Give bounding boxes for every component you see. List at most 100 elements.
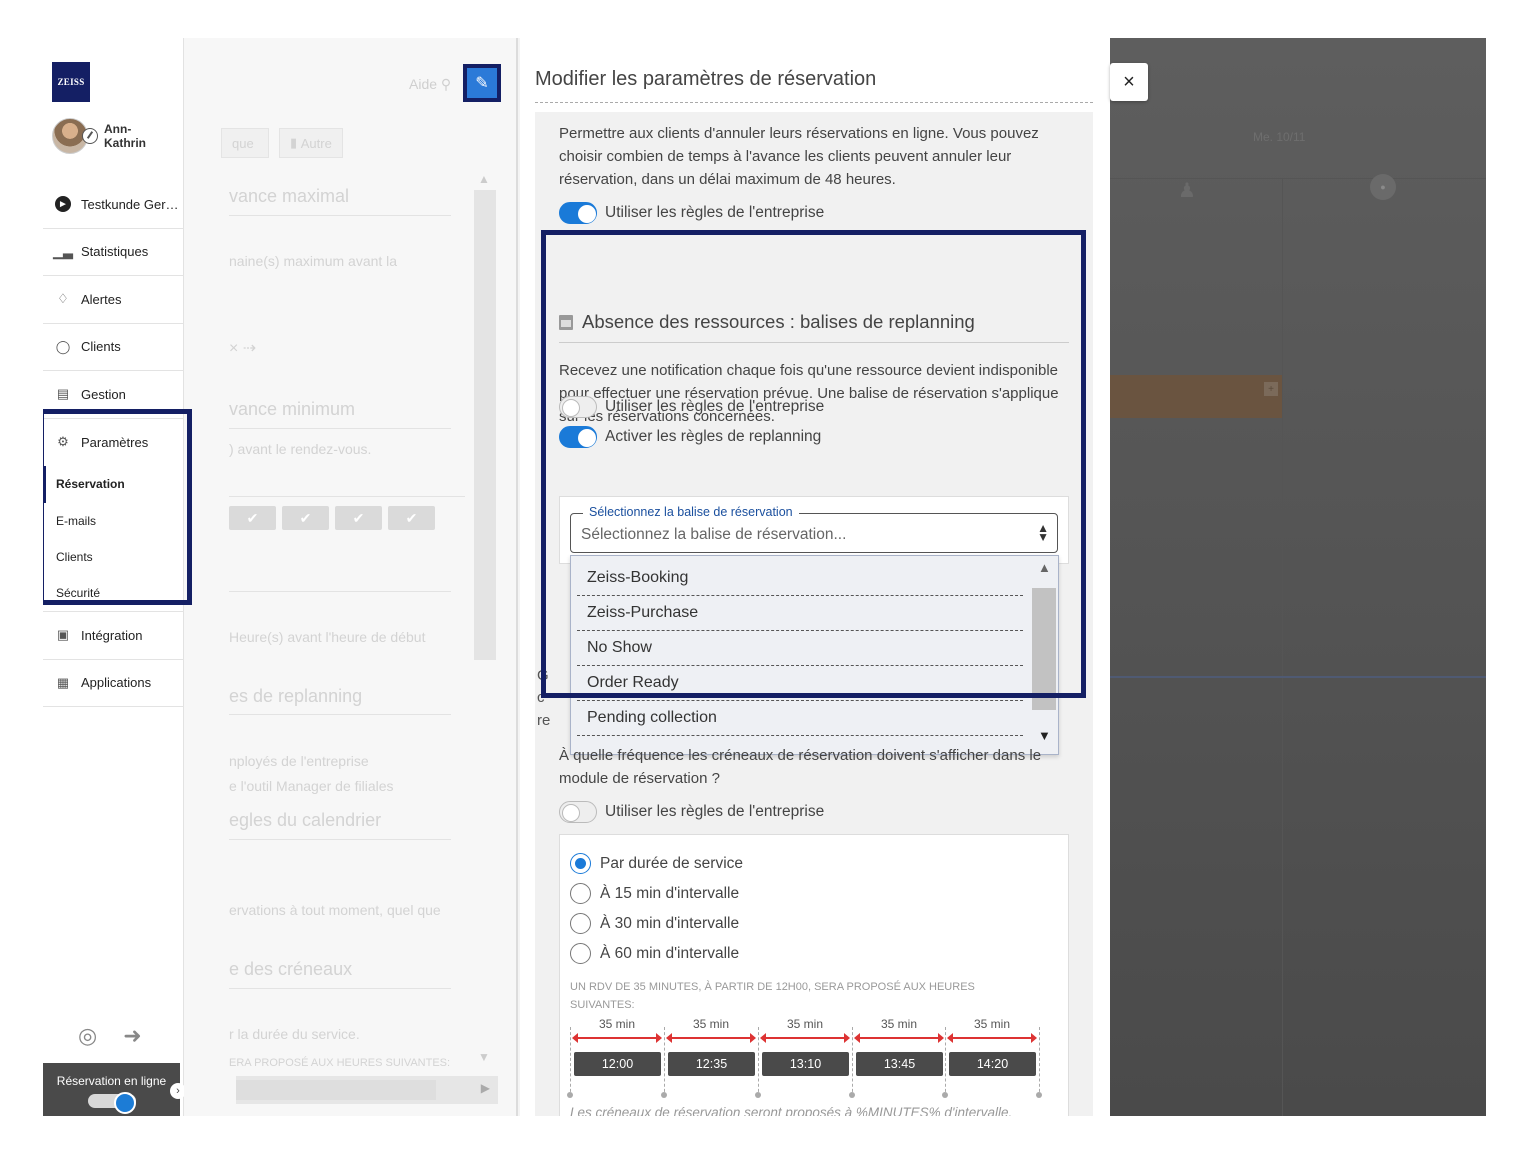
- sidebar-subitem-clients[interactable]: Clients: [43, 539, 184, 576]
- scroll-up-icon[interactable]: ▲: [478, 172, 490, 186]
- cancel-description: Permettre aux clients d'annuler leurs ré…: [559, 125, 1039, 188]
- integration-icon: ▣: [56, 627, 70, 643]
- tick-line: [852, 1027, 853, 1097]
- scrollbar-thumb[interactable]: [474, 190, 496, 660]
- check-icon[interactable]: ✔: [229, 506, 276, 530]
- sidebar-item-statistics[interactable]: ▁▃ Statistiques: [43, 229, 184, 276]
- scroll-up-icon[interactable]: ▲: [1038, 560, 1051, 575]
- sidebar-subitem-security[interactable]: Sécurité: [43, 576, 184, 612]
- tick-dot: [661, 1092, 667, 1098]
- register-icon: ▤: [56, 386, 70, 402]
- dropdown-option[interactable]: No Show: [577, 631, 1023, 666]
- slot-duration: 35 min: [973, 1017, 1011, 1031]
- radio-15-min[interactable]: À 15 min d'intervalle: [570, 883, 739, 904]
- edit-button[interactable]: ✎: [463, 64, 501, 102]
- sidebar-item-applications[interactable]: ▦ Applications: [43, 660, 184, 707]
- check-icon[interactable]: ✔: [282, 506, 329, 530]
- slot-duration: 35 min: [598, 1017, 636, 1031]
- divider: [559, 342, 1069, 343]
- slot-time: 13:10: [762, 1052, 849, 1076]
- horizontal-scrollbar[interactable]: ▶: [236, 1076, 498, 1104]
- dropdown-option[interactable]: Zeiss-Purchase: [577, 596, 1023, 631]
- toggle-label: Activer les règles de replanning: [605, 428, 822, 445]
- absence-company-rules-toggle[interactable]: [559, 396, 597, 418]
- slot-duration: 35 min: [880, 1017, 918, 1031]
- panel-scrollbar[interactable]: ▲ ▼: [472, 166, 496, 1066]
- online-booking-toggle[interactable]: [87, 1092, 136, 1114]
- tick-line: [570, 1027, 571, 1097]
- time-slot: 35 min 13:10: [755, 1017, 852, 1103]
- sidebar-subitem-emails[interactable]: E-mails: [43, 503, 184, 540]
- ghost-text: e des créneaux: [229, 959, 353, 979]
- user-profile[interactable]: Ann- Kathrin: [52, 118, 146, 154]
- tick-dot: [755, 1092, 761, 1098]
- tab-other[interactable]: ▮ Autre: [279, 128, 343, 158]
- radio-label: À 15 min d'intervalle: [600, 884, 740, 902]
- sidebar-item-settings[interactable]: ⚙ Paramètres: [43, 419, 184, 467]
- radio-60-min[interactable]: À 60 min d'intervalle: [570, 943, 739, 964]
- sidebar-item-management[interactable]: ▤ Gestion: [43, 371, 184, 419]
- dropdown-scrollbar[interactable]: ▲ ▼: [1032, 560, 1056, 750]
- scroll-down-icon[interactable]: ▼: [478, 1050, 490, 1064]
- sidebar-item-alerts[interactable]: ♢ Alertes: [43, 276, 184, 324]
- sort-caret-icon: ▲ ▼: [1037, 521, 1049, 544]
- radio-by-service-duration[interactable]: Par durée de service: [570, 853, 743, 874]
- app-frame: ZEISS Ann- Kathrin ► Testkunde Ger… ▁▃ S…: [43, 38, 1486, 1116]
- radio-30-min[interactable]: À 30 min d'intervalle: [570, 913, 739, 934]
- check-icon[interactable]: ✔: [335, 506, 382, 530]
- radio-button[interactable]: [570, 913, 591, 934]
- calendar-day-header: Me. 10/11: [1253, 130, 1306, 144]
- radio-button[interactable]: [570, 883, 591, 904]
- tab-other-label: Autre: [300, 135, 332, 151]
- time-slot: 35 min 14:20: [942, 1017, 1039, 1103]
- double-arrow-icon: [572, 1033, 662, 1043]
- calendar-event[interactable]: [1110, 375, 1282, 418]
- sidebar-footer: ◎ ➜: [78, 1023, 142, 1049]
- scroll-right-icon[interactable]: ▶: [481, 1081, 490, 1095]
- sidebar-item-integration[interactable]: ▣ Intégration: [43, 612, 184, 660]
- divider: [1110, 178, 1486, 179]
- check-icon[interactable]: ✔: [388, 506, 435, 530]
- logout-icon[interactable]: ➜: [123, 1023, 141, 1049]
- sidebar-item-account[interactable]: ► Testkunde Ger…: [43, 181, 184, 229]
- toggle-label: Utiliser les règles de l'entreprise: [605, 204, 825, 221]
- radio-button[interactable]: [570, 853, 591, 874]
- sidebar-item-label: Clients: [81, 339, 121, 355]
- cancel-company-rules-toggle[interactable]: [559, 202, 597, 224]
- zeiss-logo: ZEISS: [52, 62, 90, 102]
- replanning-rules-toggle[interactable]: [559, 426, 597, 448]
- tick-line: [1039, 1027, 1040, 1097]
- ghost-text: re: [537, 712, 551, 729]
- dropdown-option[interactable]: Pending collection: [577, 701, 1023, 736]
- scrollbar-thumb[interactable]: [236, 1080, 436, 1100]
- slot-timeline: 35 min 12:00 35 min 12:35 35 min 13:10 3…: [567, 1017, 1042, 1103]
- scroll-down-icon[interactable]: ▼: [1038, 728, 1051, 743]
- frequency-company-rules-toggle[interactable]: [559, 801, 597, 823]
- ghost-text: es de replanning: [229, 686, 363, 706]
- ghost-text: nployés de l'entreprise: [229, 753, 369, 769]
- plus-icon[interactable]: +: [1264, 382, 1278, 396]
- check-buttons: ✔ ✔ ✔ ✔: [229, 506, 435, 530]
- divider: [229, 714, 451, 715]
- booking-tag-select[interactable]: Sélectionnez la balise de réservation Sé…: [570, 505, 1058, 553]
- scrollbar-thumb[interactable]: [1032, 588, 1056, 710]
- help-link[interactable]: Aide ⚲: [409, 76, 451, 93]
- radio-button[interactable]: [570, 943, 591, 964]
- bell-icon: ♢: [57, 291, 69, 307]
- section-title-text: Absence des ressources : balises de repl…: [582, 311, 975, 332]
- dropdown-option[interactable]: Order Ready: [577, 666, 1023, 701]
- dropdown-option[interactable]: Zeiss-Booking: [577, 561, 1023, 596]
- sidebar-item-clients[interactable]: ◯ Clients: [43, 324, 184, 371]
- sidebar-subitem-reservation[interactable]: Réservation: [43, 466, 184, 503]
- sidebar-item-label: Gestion: [81, 386, 126, 402]
- close-modal-button[interactable]: ×: [1110, 63, 1148, 101]
- ghost-text: vance minimum: [229, 399, 356, 419]
- tick-line: [664, 1027, 665, 1097]
- lifebuoy-icon[interactable]: ◎: [78, 1023, 97, 1049]
- ghost-text: vance maximal: [229, 186, 350, 206]
- frequency-options: Par durée de service À 15 min d'interval…: [559, 834, 1069, 1116]
- tab-partial[interactable]: que: [221, 128, 269, 158]
- sidebar-nav: ► Testkunde Ger… ▁▃ Statistiques ♢ Alert…: [43, 181, 184, 707]
- double-arrow-icon: [947, 1033, 1037, 1043]
- absence-section-title: Absence des ressources : balises de repl…: [559, 311, 975, 333]
